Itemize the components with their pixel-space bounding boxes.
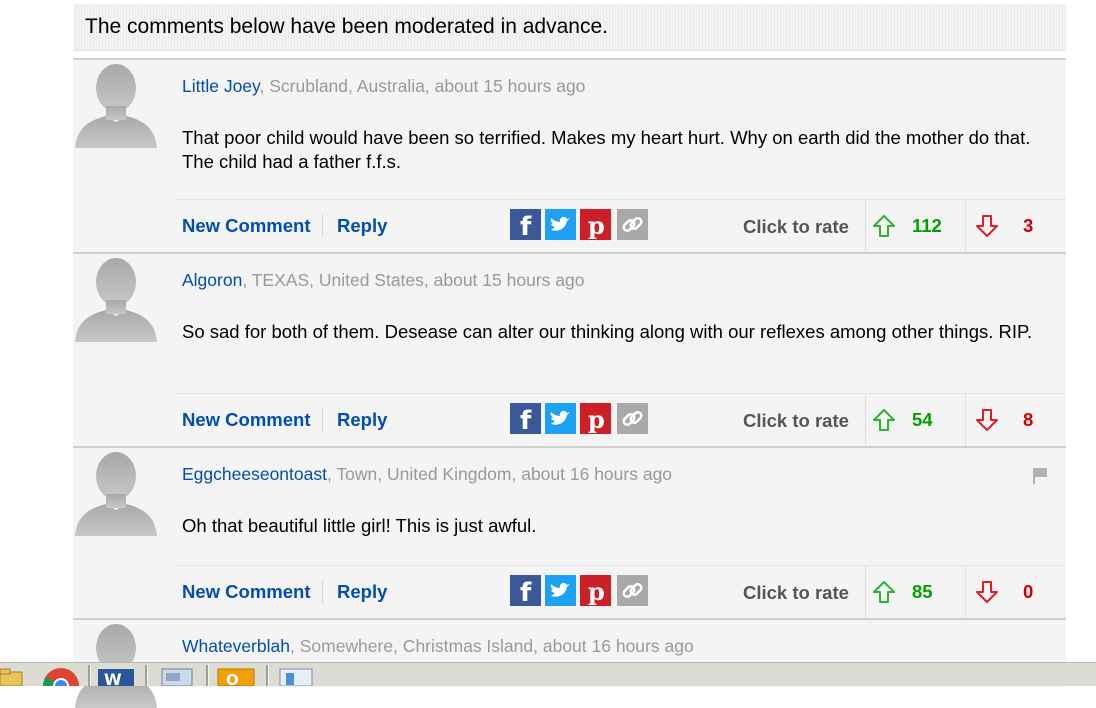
comment-location-time: , Scrubland, Australia, about 15 hours a… [259, 76, 586, 96]
link-icon[interactable] [617, 575, 648, 606]
comment-actions: New Comment Reply f p Click to rate 85 0 [176, 565, 1066, 620]
pinterest-icon[interactable]: p [580, 575, 611, 606]
svg-text:p: p [588, 405, 605, 434]
avatar-icon [73, 62, 159, 148]
comment-actions: New Comment Reply f p Click to rate 54 8 [176, 393, 1066, 448]
divider [206, 665, 209, 686]
comment-item: Little Joey, Scrubland, Australia, about… [73, 58, 1066, 254]
comment-author-link[interactable]: Whateverblah [182, 636, 290, 656]
click-to-rate-label: Click to rate [743, 582, 849, 603]
new-comment-button[interactable]: New Comment [182, 215, 311, 237]
comment-author-link[interactable]: Eggcheeseontoast [182, 464, 327, 484]
svg-text:p: p [588, 577, 605, 606]
twitter-icon[interactable] [545, 209, 576, 240]
svg-text:f: f [520, 212, 532, 240]
svg-text:O: O [226, 671, 239, 686]
comment-author-link[interactable]: Little Joey [182, 76, 260, 96]
reply-button[interactable]: Reply [337, 215, 387, 237]
svg-text:W: W [104, 670, 122, 686]
divider [322, 214, 323, 238]
comment-meta: Whateverblah, Somewhere, Christmas Islan… [182, 636, 694, 657]
comment-location-time: , TEXAS, United States, about 15 hours a… [242, 270, 585, 290]
comment-location-time: , Somewhere, Christmas Island, about 16 … [289, 636, 694, 656]
pinterest-icon[interactable]: p [580, 209, 611, 240]
divider [865, 394, 866, 448]
link-icon[interactable] [617, 209, 648, 240]
taskbar: W O [0, 662, 1096, 686]
divider [322, 408, 323, 432]
divider [965, 566, 966, 620]
click-to-rate-label: Click to rate [743, 410, 849, 431]
divider [322, 580, 323, 604]
thumb-up-arrow-icon[interactable] [872, 580, 896, 604]
comment-location-time: , Town, United Kingdom, about 16 hours a… [326, 464, 673, 484]
divider [865, 566, 866, 620]
new-comment-button[interactable]: New Comment [182, 581, 311, 603]
twitter-icon[interactable] [545, 403, 576, 434]
comment-item: Algoron, TEXAS, United States, about 15 … [73, 252, 1066, 448]
upvote-count: 112 [912, 215, 942, 236]
moderation-notice-text: The comments below have been moderated i… [85, 15, 608, 38]
link-icon[interactable] [617, 403, 648, 434]
divider [865, 200, 866, 254]
reply-button[interactable]: Reply [337, 409, 387, 431]
avatar-icon [73, 450, 159, 536]
outlook-icon[interactable]: O [214, 667, 258, 686]
pinterest-icon[interactable]: p [580, 403, 611, 434]
new-comment-button[interactable]: New Comment [182, 409, 311, 431]
svg-text:f: f [520, 406, 532, 434]
flag-icon[interactable] [1033, 468, 1049, 484]
comment-meta: Little Joey, Scrubland, Australia, about… [182, 76, 585, 97]
click-to-rate-label: Click to rate [743, 216, 849, 237]
svg-text:f: f [520, 578, 532, 606]
comment-author-link[interactable]: Algoron [182, 270, 242, 290]
comment-meta: Algoron, TEXAS, United States, about 15 … [182, 270, 584, 291]
comment-text: That poor child would have been so terri… [182, 127, 1031, 172]
folder-icon[interactable] [0, 667, 24, 686]
thumb-down-arrow-icon[interactable] [975, 408, 999, 432]
downvote-count: 8 [1023, 409, 1034, 430]
thumb-up-arrow-icon[interactable] [872, 214, 896, 238]
comment-meta: Eggcheeseontoast, Town, United Kingdom, … [182, 464, 672, 485]
thumb-down-arrow-icon[interactable] [975, 580, 999, 604]
comment-item: Eggcheeseontoast, Town, United Kingdom, … [73, 446, 1066, 620]
divider [965, 394, 966, 448]
comment-actions: New Comment Reply f p Click to rate 112 … [176, 199, 1066, 254]
app-icon[interactable] [276, 667, 320, 686]
word-icon[interactable]: W [96, 667, 136, 686]
divider [965, 200, 966, 254]
divider [145, 665, 148, 686]
facebook-icon[interactable]: f [510, 209, 541, 240]
comment-text: So sad for both of them. Desease can alt… [182, 321, 1033, 342]
comment-text: Oh that beautiful little girl! This is j… [182, 515, 537, 536]
thumb-up-arrow-icon[interactable] [872, 408, 896, 432]
facebook-icon[interactable]: f [510, 575, 541, 606]
upvote-count: 54 [912, 409, 933, 430]
divider [88, 665, 91, 686]
reply-button[interactable]: Reply [337, 581, 387, 603]
window-icon[interactable] [156, 667, 196, 686]
upvote-count: 85 [912, 581, 933, 602]
downvote-count: 3 [1023, 215, 1034, 236]
twitter-icon[interactable] [545, 575, 576, 606]
facebook-icon[interactable]: f [510, 403, 541, 434]
downvote-count: 0 [1023, 581, 1034, 602]
chrome-icon[interactable] [42, 667, 80, 686]
thumb-down-arrow-icon[interactable] [975, 214, 999, 238]
moderation-notice: The comments below have been moderated i… [73, 4, 1066, 51]
avatar-icon [73, 256, 159, 342]
svg-text:p: p [588, 211, 605, 240]
divider [266, 665, 269, 686]
